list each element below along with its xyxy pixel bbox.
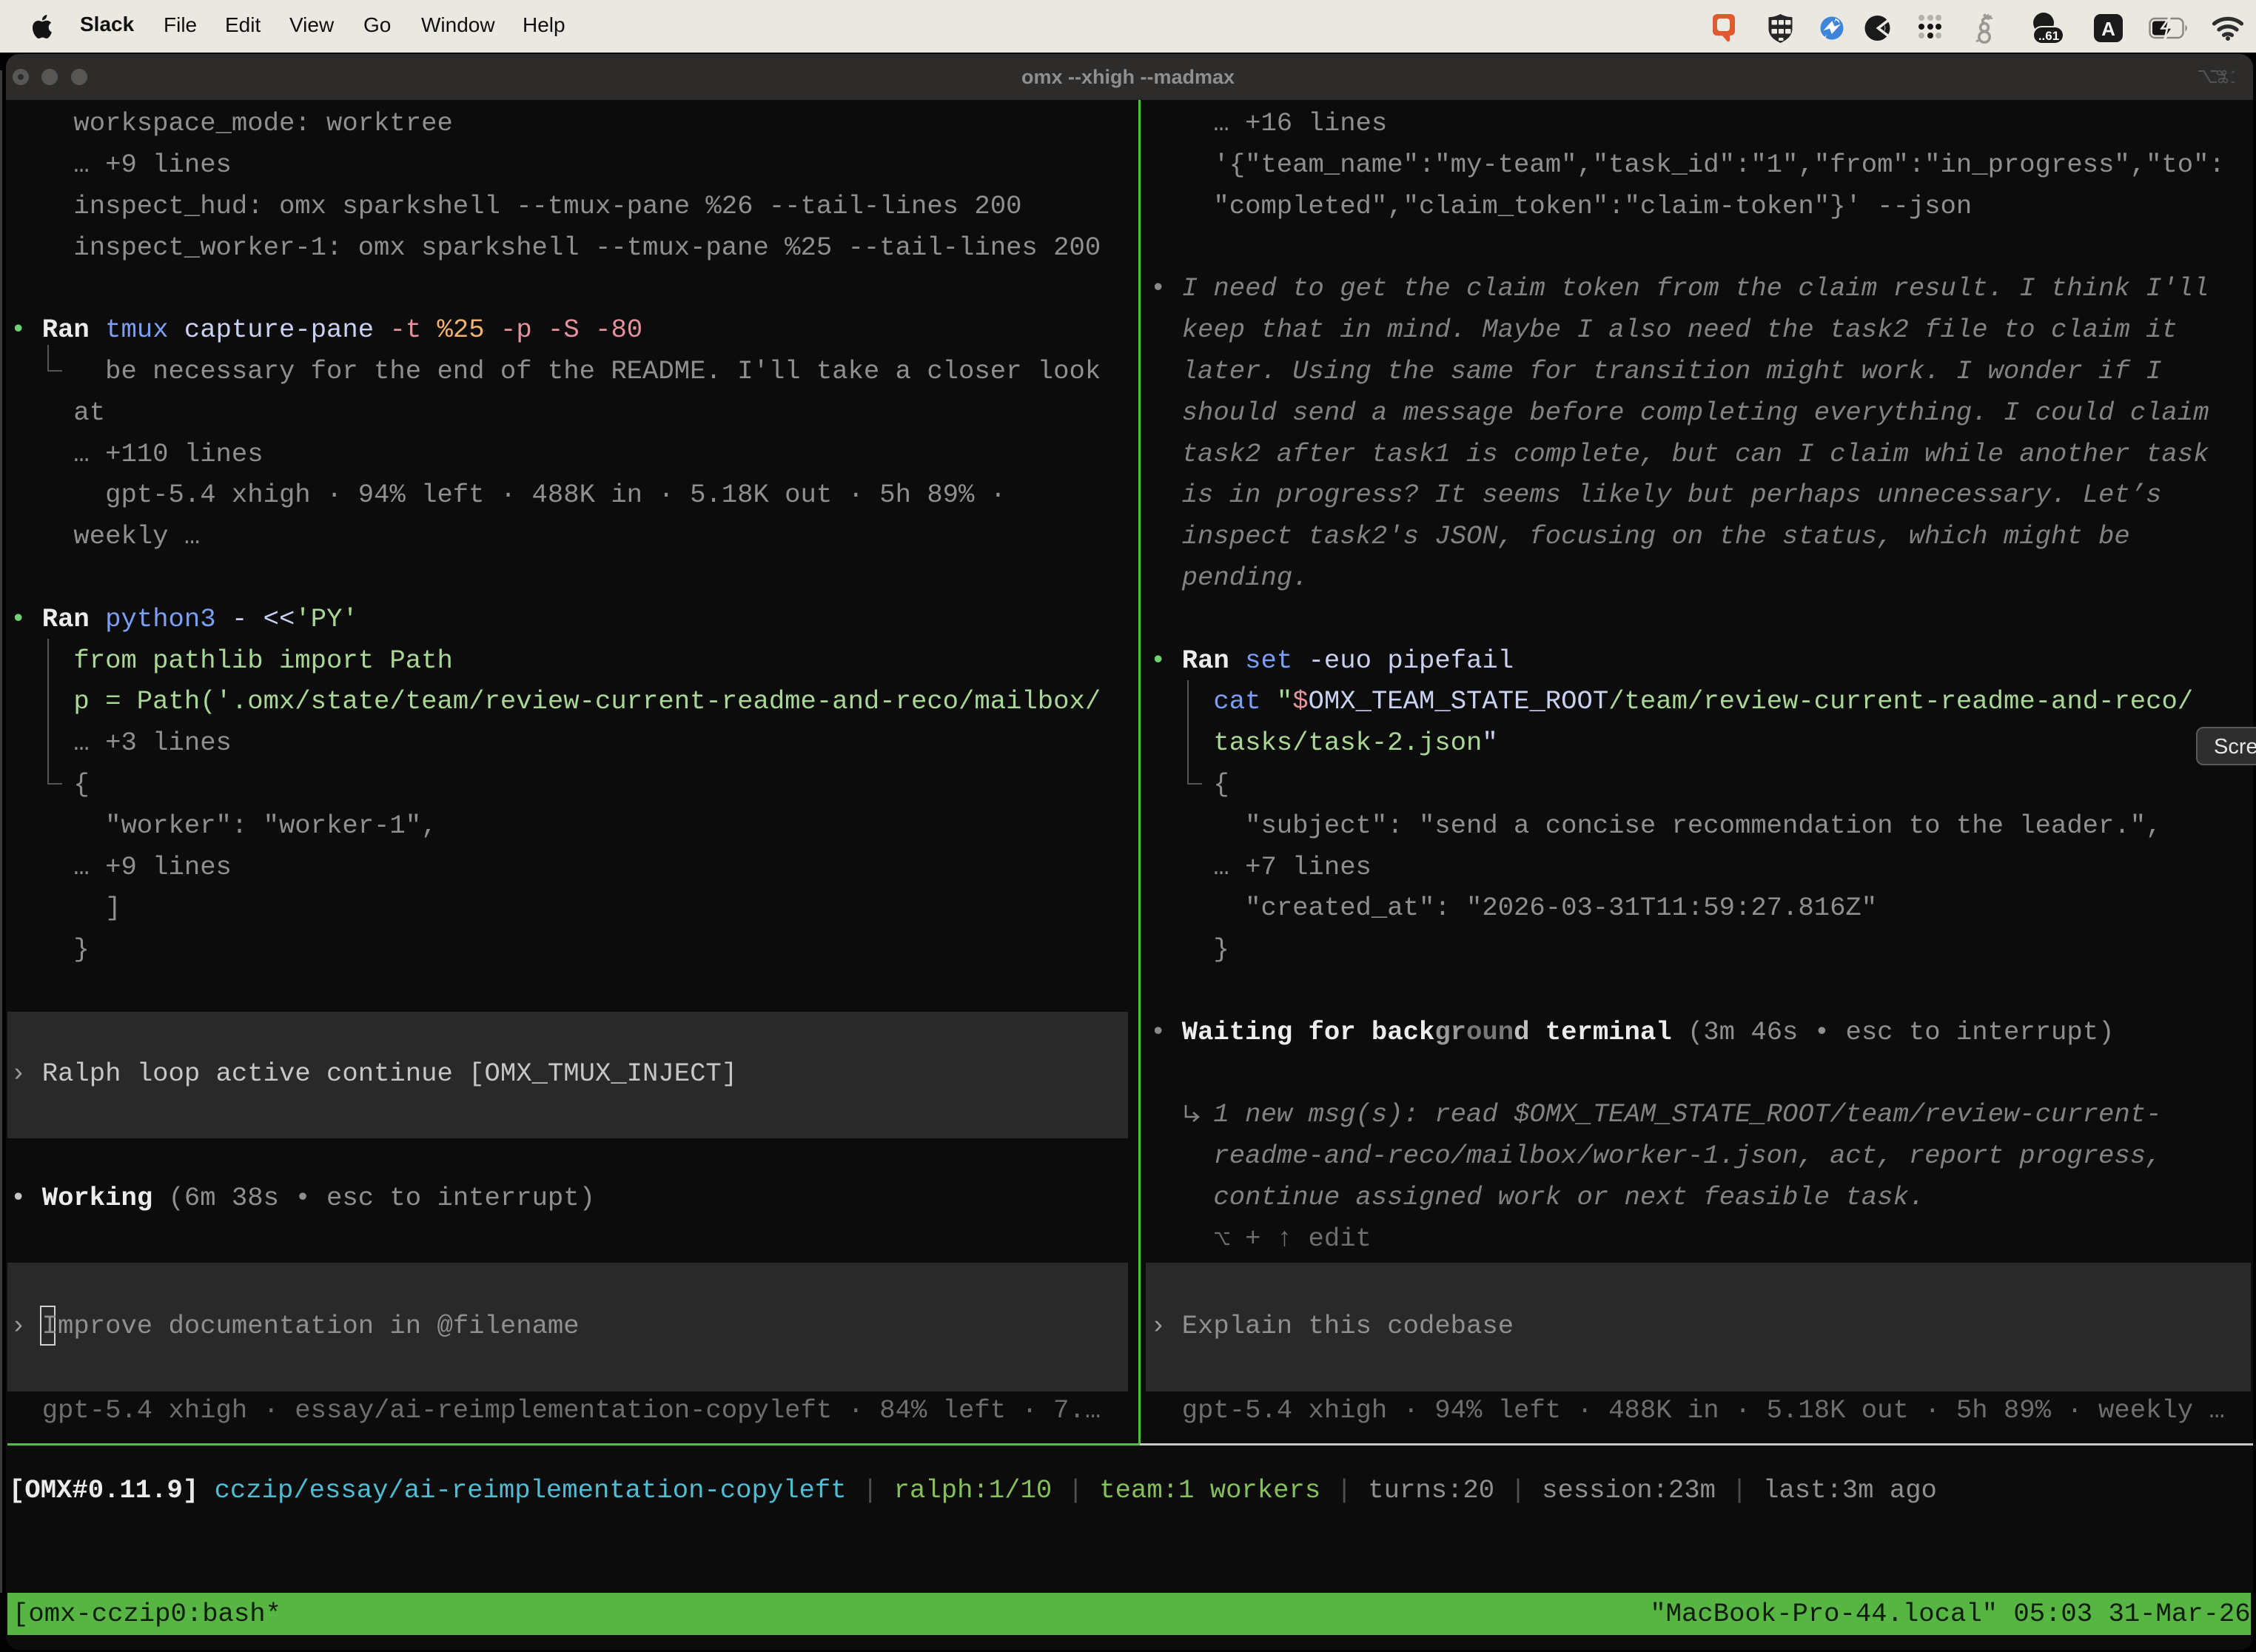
- svg-text:..61: ..61: [2038, 29, 2059, 43]
- svg-text:1: 1: [2230, 67, 2235, 87]
